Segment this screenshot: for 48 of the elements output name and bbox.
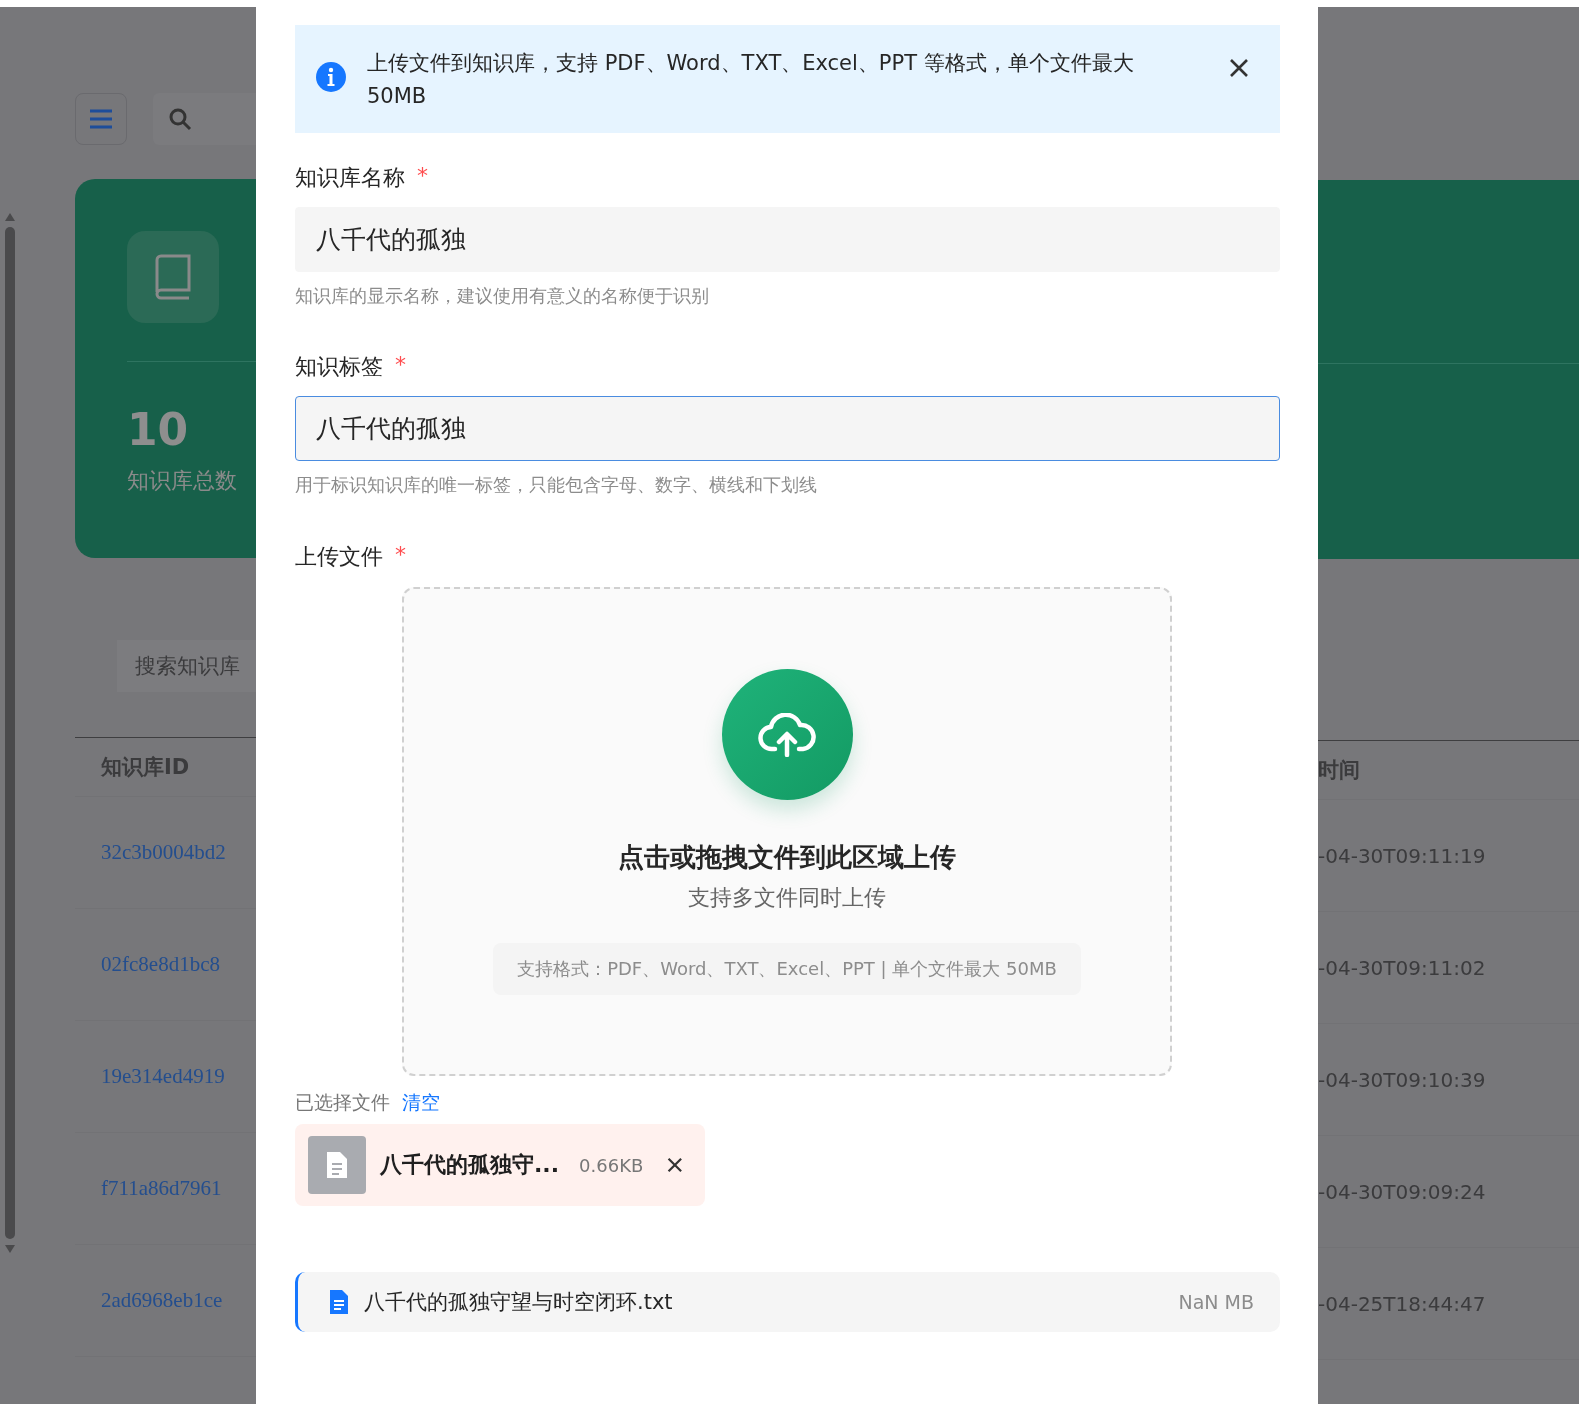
file-size: 0.66KB: [579, 1154, 644, 1176]
upload-dropzone[interactable]: 点击或拖拽文件到此区域上传 支持多文件同时上传 支持格式：PDF、Word、TXT、Excel、PPT | 单个文件最大 50MB: [402, 587, 1172, 1076]
info-icon: [315, 61, 347, 93]
id-link[interactable]: 2ad6968eb1ce: [101, 1288, 223, 1313]
field-label: 知识库名称: [295, 164, 405, 192]
required-mark: *: [395, 542, 406, 569]
field-hint: 用于标识知识库的唯一标签，只能包含字母、数字、横线和下划线: [295, 473, 818, 497]
file-size: NaN MB: [1178, 1291, 1254, 1313]
table-cell: -04-30T09:10:39: [1318, 1067, 1486, 1092]
stat-value: 10: [127, 408, 190, 452]
id-link[interactable]: 19e314ed4919: [101, 1064, 225, 1089]
book-icon: [127, 231, 219, 323]
upload-title: 点击或拖拽文件到此区域上传: [618, 841, 956, 874]
scroll-up-icon[interactable]: [5, 213, 15, 221]
file-name: 八千代的孤独守望与时空闭环.txt: [364, 1289, 674, 1316]
id-link[interactable]: 32c3b0004bd2: [101, 840, 226, 865]
field-hint: 知识库的显示名称，建议使用有意义的名称便于识别: [295, 284, 710, 308]
menu-icon: [89, 109, 113, 129]
scroll-down-icon[interactable]: [5, 1245, 15, 1253]
stat-label: 知识库总数: [127, 467, 238, 495]
table-cell: -04-30T09:11:19: [1318, 843, 1486, 868]
table-cell: -04-25T18:44:47: [1318, 1291, 1486, 1316]
format-note: 支持格式：PDF、Word、TXT、Excel、PPT | 单个文件最大 50MB: [493, 943, 1081, 995]
menu-button[interactable]: [75, 93, 127, 145]
clear-link[interactable]: 清空: [402, 1090, 440, 1116]
alert-message: 上传文件到知识库，支持 PDF、Word、TXT、Excel、PPT 等格式，单个文件最大 50MB: [367, 50, 1135, 110]
document-icon: [308, 1136, 366, 1194]
selected-files-label: 已选择文件: [295, 1090, 390, 1115]
required-mark: *: [417, 163, 428, 190]
remove-icon[interactable]: [667, 1155, 683, 1175]
column-header: 时间: [1318, 757, 1360, 784]
id-link[interactable]: 02fc8e8d1bc8: [101, 952, 220, 977]
table-cell: -04-30T09:09:24: [1318, 1179, 1486, 1204]
field-label: 上传文件: [295, 543, 383, 571]
file-name: 八千代的孤独守...: [380, 1151, 560, 1179]
text-input[interactable]: 八千代的孤独: [295, 396, 1280, 461]
upload-subtitle: 支持多文件同时上传: [688, 884, 886, 912]
table-cell: -04-30T09:11:02: [1318, 955, 1486, 980]
search-bar[interactable]: [153, 93, 256, 145]
column-header: 知识库ID: [101, 754, 190, 781]
close-icon[interactable]: [1228, 57, 1250, 79]
field-label: 知识标签: [295, 353, 383, 381]
text-input[interactable]: 八千代的孤独: [295, 207, 1280, 272]
id-link[interactable]: f711a86d7961: [101, 1176, 222, 1201]
search-field[interactable]: 搜索知识库: [117, 640, 256, 692]
required-mark: *: [395, 352, 406, 379]
search-icon: [168, 107, 192, 131]
document-icon: [330, 1290, 348, 1314]
